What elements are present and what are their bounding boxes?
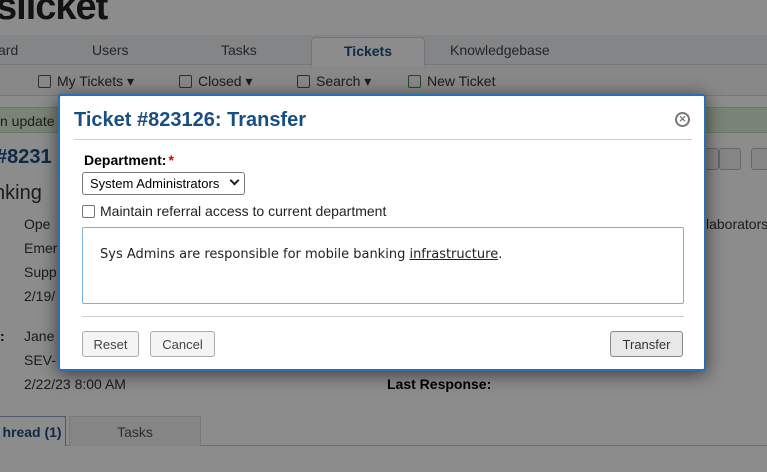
department-label: Department: * [84, 152, 174, 168]
internal-note-editor[interactable]: Sys Admins are responsible for mobile ba… [82, 227, 684, 304]
referral-checkbox[interactable] [82, 205, 95, 218]
note-text-main: Sys Admins are responsible for mobile ba… [100, 247, 410, 262]
transfer-button[interactable]: Transfer [610, 331, 683, 357]
chevron-down-icon [229, 175, 240, 186]
note-text: Sys Admins are responsible for mobile ba… [100, 247, 502, 262]
dialog-title: Ticket #823126: Transfer [74, 109, 307, 131]
required-mark: * [168, 152, 174, 168]
note-text-end: . [498, 247, 503, 262]
note-link: infrastructure [409, 247, 499, 262]
cancel-button[interactable]: Cancel [150, 331, 215, 357]
reset-button[interactable]: Reset [82, 331, 139, 357]
referral-label: Maintain referral access to current depa… [100, 203, 387, 219]
transfer-dialog: Ticket #823126: Transfer ✕ Department: * … [58, 94, 706, 371]
department-selected-value: System Administrators [90, 176, 220, 191]
divider [82, 316, 684, 317]
department-select[interactable]: System Administrators [82, 172, 245, 195]
department-label-text: Department: [84, 152, 167, 168]
referral-option[interactable]: Maintain referral access to current depa… [82, 203, 386, 219]
divider [74, 139, 692, 140]
close-icon[interactable]: ✕ [675, 112, 690, 127]
